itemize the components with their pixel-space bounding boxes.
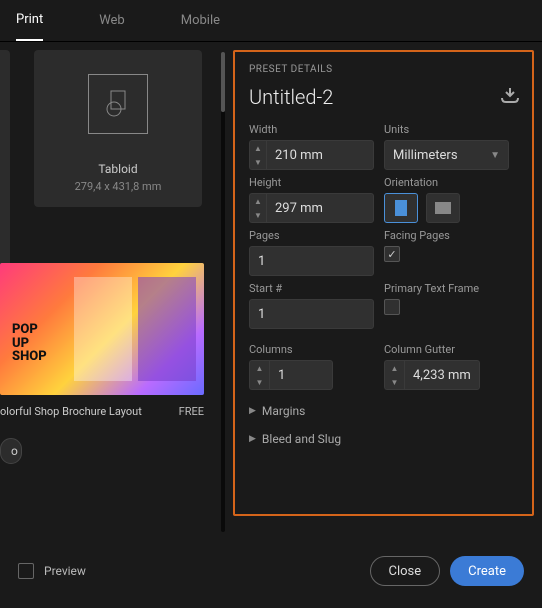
gutter-stepper[interactable]: ▲▼: [384, 360, 404, 390]
columns-label: Columns: [249, 343, 374, 356]
pages-label: Pages: [249, 229, 374, 242]
chevron-right-icon: ▶: [249, 406, 256, 416]
width-stepper[interactable]: ▲▼: [249, 140, 266, 170]
scrollbar-track[interactable]: [221, 52, 225, 532]
bleed-expander[interactable]: ▶ Bleed and Slug: [249, 432, 520, 446]
template-price: FREE: [179, 405, 204, 418]
save-preset-icon[interactable]: [500, 87, 520, 107]
orientation-landscape[interactable]: [426, 193, 460, 223]
panel-heading: PRESET DETAILS: [249, 64, 520, 75]
column-gutter-label: Column Gutter: [384, 343, 509, 356]
orientation-portrait[interactable]: [384, 193, 418, 223]
height-input[interactable]: [266, 193, 374, 223]
template-thumbnail: POPUPSHOP: [0, 263, 204, 395]
width-label: Width: [249, 123, 374, 136]
facing-pages-checkbox[interactable]: ✓: [384, 246, 400, 262]
units-value: Millimeters: [393, 148, 458, 163]
page-icon: [88, 74, 148, 134]
columns-input[interactable]: [269, 360, 333, 390]
tab-print[interactable]: Print: [16, 0, 43, 41]
bleed-label: Bleed and Slug: [262, 432, 341, 446]
units-select[interactable]: Millimeters ▼: [384, 140, 509, 170]
primary-text-frame-checkbox[interactable]: [384, 299, 400, 315]
preset-list: Tabloid 279,4 x 431,8 mm POPUPSHOP olorf…: [0, 42, 225, 542]
template-title: olorful Shop Brochure Layout: [0, 405, 142, 418]
document-name[interactable]: Untitled-2: [249, 85, 333, 109]
units-label: Units: [384, 123, 509, 136]
height-stepper[interactable]: ▲▼: [249, 193, 266, 223]
category-tabs: Print Web Mobile: [0, 0, 542, 42]
chevron-right-icon: ▶: [249, 434, 256, 444]
scrollbar-thumb[interactable]: [221, 52, 225, 112]
margins-label: Margins: [262, 404, 305, 418]
preview-label: Preview: [44, 564, 86, 578]
dialog-footer: Preview Close Create: [0, 542, 542, 586]
adjacent-card-sliver[interactable]: [0, 50, 10, 290]
preset-name: Tabloid: [44, 162, 192, 176]
start-number-label: Start #: [249, 282, 374, 295]
chevron-down-icon: ▼: [490, 150, 500, 161]
primary-text-frame-label: Primary Text Frame: [384, 282, 509, 295]
create-button[interactable]: Create: [450, 556, 524, 586]
facing-pages-label: Facing Pages: [384, 229, 509, 242]
orientation-label: Orientation: [384, 176, 509, 189]
pages-input[interactable]: [249, 246, 374, 276]
filter-chip[interactable]: o: [0, 438, 22, 464]
close-button[interactable]: Close: [370, 556, 441, 586]
preset-dims: 279,4 x 431,8 mm: [44, 180, 192, 193]
tab-mobile[interactable]: Mobile: [181, 1, 220, 40]
height-label: Height: [249, 176, 374, 189]
columns-stepper[interactable]: ▲▼: [249, 360, 269, 390]
template-card[interactable]: POPUPSHOP olorful Shop Brochure Layout F…: [0, 263, 204, 418]
template-art-text: POPUPSHOP: [12, 323, 47, 364]
tab-web[interactable]: Web: [99, 1, 125, 40]
preview-checkbox[interactable]: [18, 563, 34, 579]
preset-card-tabloid[interactable]: Tabloid 279,4 x 431,8 mm: [34, 50, 202, 207]
start-number-input[interactable]: [249, 299, 374, 329]
gutter-input[interactable]: [404, 360, 480, 390]
width-input[interactable]: [266, 140, 374, 170]
preset-details-panel: PRESET DETAILS Untitled-2 Width ▲▼ Units: [233, 50, 534, 516]
margins-expander[interactable]: ▶ Margins: [249, 404, 520, 418]
